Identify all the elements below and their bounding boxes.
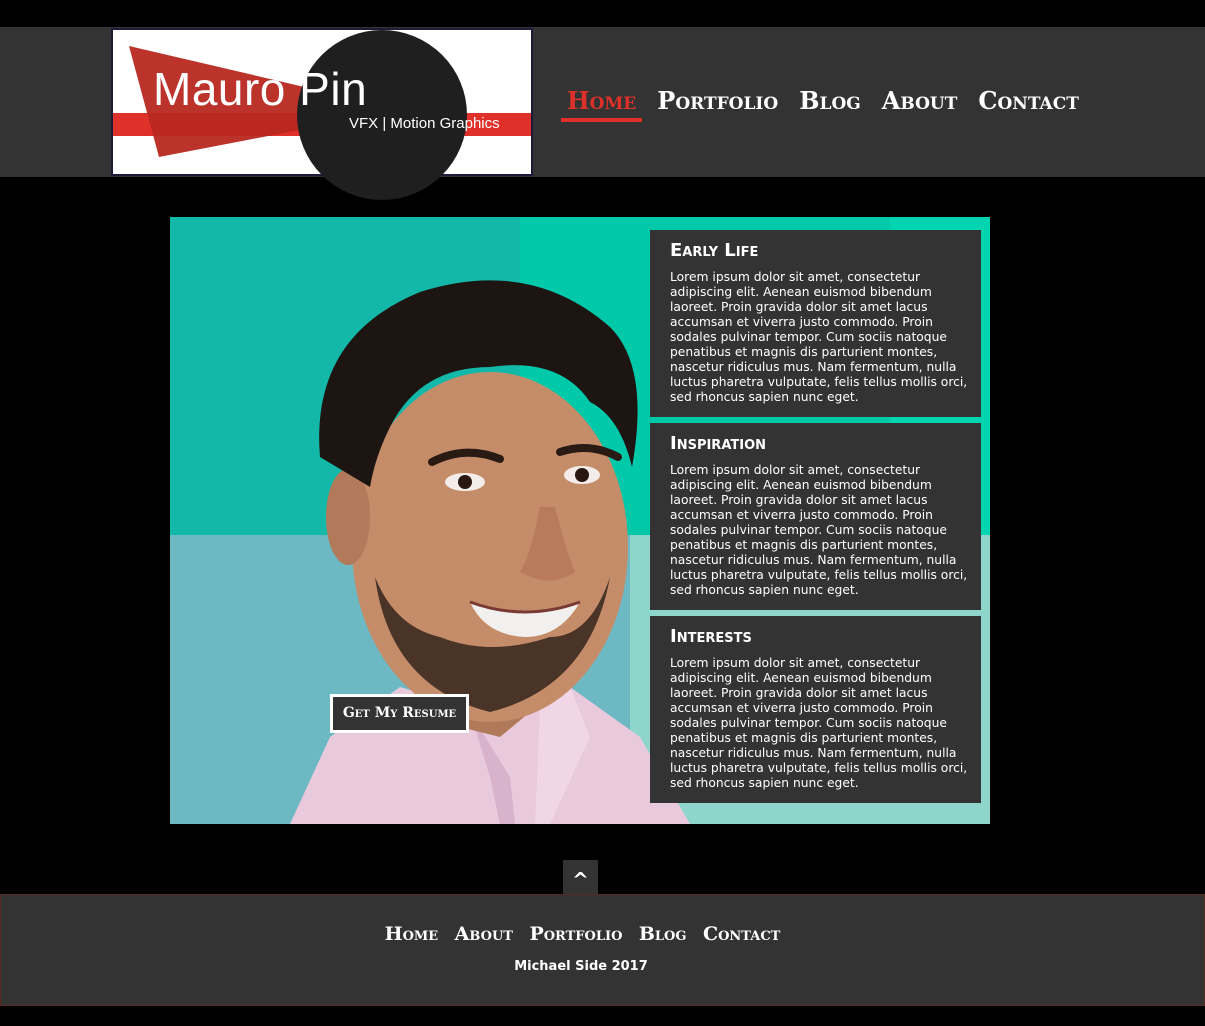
logo-last-name-start: Pin (299, 63, 368, 115)
get-resume-button[interactable]: Get My Resume (330, 694, 469, 733)
card-early-life: Early Life Lorem ipsum dolor sit amet, c… (650, 230, 981, 417)
logo-last-name-end: edo (367, 63, 446, 115)
nav-contact[interactable]: Contact (972, 84, 1085, 118)
footer-nav: Home About Portfolio Blog Contact (1, 923, 1164, 945)
back-to-top-button[interactable]: ^ (563, 860, 598, 894)
main-nav: Home Portfolio Blog About Contact (561, 84, 1094, 124)
nav-blog[interactable]: Blog (793, 84, 867, 118)
card-interests: Interests Lorem ipsum dolor sit amet, co… (650, 616, 981, 803)
nav-home[interactable]: Home (561, 84, 643, 122)
footer-link-home[interactable]: Home (385, 923, 439, 945)
footer-link-about[interactable]: About (455, 923, 513, 945)
footer: Home About Portfolio Blog Contact Michae… (0, 894, 1205, 1006)
card-title: Interests (670, 626, 752, 647)
nav-portfolio[interactable]: Portfolio (651, 84, 784, 118)
logo[interactable]: Mauro Pinedo VFX | Motion Graphics (111, 28, 533, 200)
footer-link-portfolio[interactable]: Portfolio (529, 923, 622, 945)
about-cards: Early Life Lorem ipsum dolor sit amet, c… (650, 230, 981, 809)
nav-about[interactable]: About (876, 84, 964, 118)
logo-tagline: VFX | Motion Graphics (349, 115, 500, 132)
card-body: Lorem ipsum dolor sit amet, consectetur … (670, 270, 968, 404)
card-body: Lorem ipsum dolor sit amet, consectetur … (670, 463, 968, 597)
footer-link-blog[interactable]: Blog (639, 923, 687, 945)
logo-first-name: Mauro (153, 63, 286, 115)
copyright-text: Michael Side 2017 (514, 959, 648, 974)
logo-last-name: Pinedo (299, 63, 445, 115)
card-title: Early Life (670, 240, 759, 261)
footer-link-contact[interactable]: Contact (703, 923, 780, 945)
hero-section: Early Life Lorem ipsum dolor sit amet, c… (170, 217, 990, 824)
logo-wordmark: Mauro Pinedo (153, 64, 445, 114)
card-inspiration: Inspiration Lorem ipsum dolor sit amet, … (650, 423, 981, 610)
card-body: Lorem ipsum dolor sit amet, consectetur … (670, 656, 968, 790)
card-title: Inspiration (670, 433, 767, 454)
